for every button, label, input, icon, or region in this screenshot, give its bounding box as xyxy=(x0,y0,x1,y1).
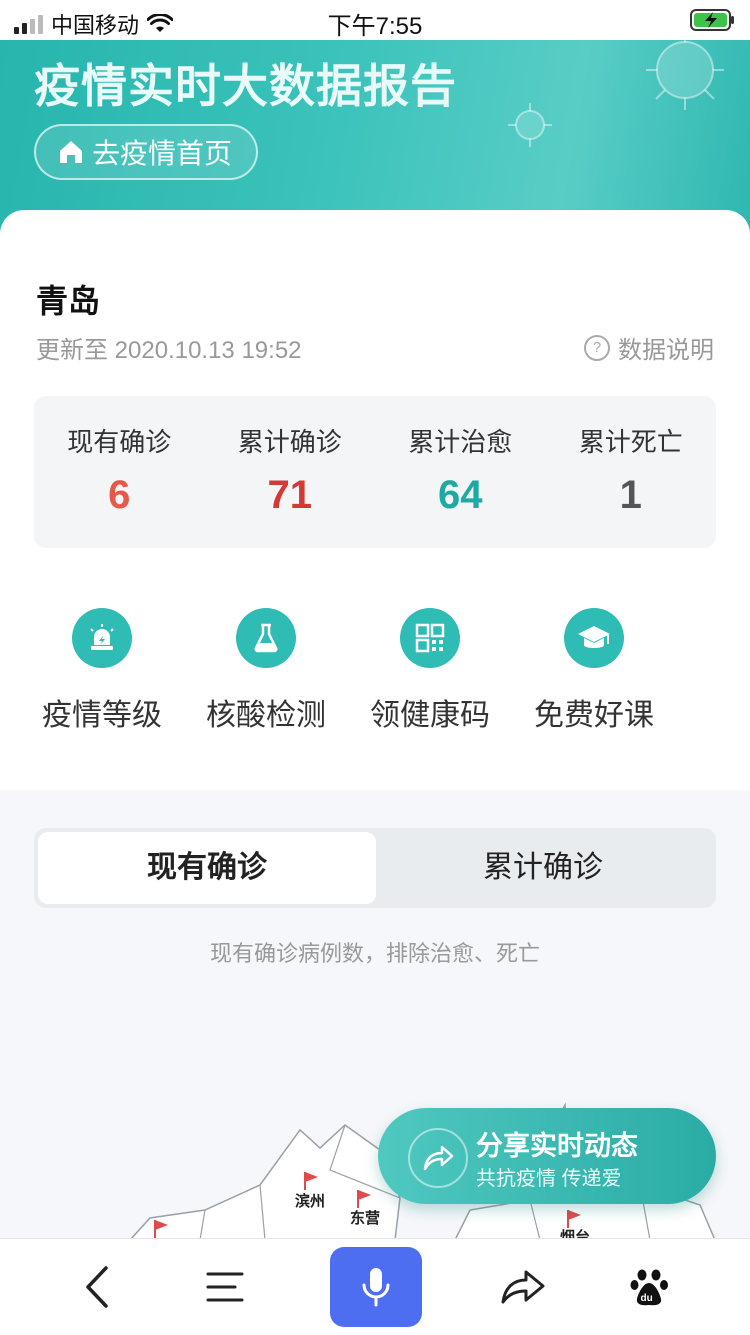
share-button[interactable] xyxy=(478,1239,568,1335)
stat-label: 现有确诊 xyxy=(67,427,172,457)
go-home-label: 去疫情首页 xyxy=(92,138,233,169)
share-arrow-icon xyxy=(408,1128,468,1188)
back-icon xyxy=(86,1266,108,1308)
back-button[interactable] xyxy=(52,1239,142,1335)
alarm-icon xyxy=(72,608,132,668)
stat-label: 累计死亡 xyxy=(578,427,683,457)
tool-shortcuts: 疫情等级 核酸检测 领健康码 免费好课 xyxy=(20,608,700,734)
question-icon: ? xyxy=(584,334,610,361)
page-title: 疫情实时大数据报告 xyxy=(34,60,457,112)
status-time: 下午7:55 xyxy=(327,13,423,40)
stat-total-confirmed: 累计确诊 71 xyxy=(205,396,376,548)
menu-icon xyxy=(206,1272,244,1302)
tool-label: 核酸检测 xyxy=(206,699,326,732)
updated-time: 更新至 2020.10.13 19:52 xyxy=(36,337,302,364)
tool-label: 疫情等级 xyxy=(42,699,162,732)
flask-icon xyxy=(236,608,296,668)
virus-decoration-icon xyxy=(508,103,552,147)
virus-decoration-icon xyxy=(646,40,724,110)
tab-total-confirmed[interactable]: 累计确诊 xyxy=(374,832,712,904)
menu-button[interactable] xyxy=(180,1239,270,1335)
share-icon xyxy=(501,1270,545,1304)
map-label-dongying: 东营 xyxy=(350,1209,380,1227)
svg-text:du: du xyxy=(641,1293,653,1304)
share-realtime-button[interactable]: 分享实时动态 共抗疫情 传递爱 xyxy=(378,1108,716,1204)
stat-current-confirmed: 现有确诊 6 xyxy=(34,396,205,548)
stat-total-deaths: 累计死亡 1 xyxy=(546,396,717,548)
tool-epidemic-level[interactable]: 疫情等级 xyxy=(20,608,184,734)
stat-total-cured: 累计治愈 64 xyxy=(375,396,546,548)
data-note-label: 数据说明 xyxy=(618,337,714,364)
status-bar: 中国移动 下午7:55 xyxy=(0,0,750,40)
battery-charging-icon xyxy=(690,9,734,31)
graduation-cap-icon xyxy=(564,608,624,668)
baidu-paw-icon: du xyxy=(630,1269,668,1306)
tool-label: 免费好课 xyxy=(534,699,654,732)
stat-value: 64 xyxy=(438,473,483,517)
tool-label: 领健康码 xyxy=(370,699,490,732)
stat-label: 累计治愈 xyxy=(408,427,513,457)
qr-code-icon xyxy=(400,608,460,668)
tab-current-confirmed[interactable]: 现有确诊 xyxy=(38,832,376,904)
voice-search-button[interactable] xyxy=(330,1247,422,1327)
tool-health-code[interactable]: 领健康码 xyxy=(348,608,512,734)
tool-free-courses[interactable]: 免费好课 xyxy=(512,608,676,734)
stat-value: 1 xyxy=(619,473,642,517)
map-label-binzhou: 滨州 xyxy=(295,1192,325,1210)
stat-value: 6 xyxy=(108,473,131,517)
share-title: 分享实时动态 xyxy=(476,1131,638,1161)
baidu-home-button[interactable]: du xyxy=(605,1239,695,1335)
stats-panel: 现有确诊 6 累计确诊 71 累计治愈 64 累计死亡 1 xyxy=(34,396,716,548)
stat-label: 累计确诊 xyxy=(237,427,342,457)
region-card: 青岛 更新至 2020.10.13 19:52 ? 数据说明 现有确诊 6 累计… xyxy=(0,210,750,790)
stat-value: 71 xyxy=(267,473,313,517)
case-type-tabs: 现有确诊 累计确诊 xyxy=(34,828,716,908)
city-name: 青岛 xyxy=(36,283,101,319)
microphone-icon xyxy=(362,1268,390,1307)
home-icon xyxy=(60,141,82,163)
share-subtitle: 共抗疫情 传递爱 xyxy=(476,1168,622,1190)
tab-description: 现有确诊病例数，排除治愈、死亡 xyxy=(209,941,540,966)
tool-nucleic-test[interactable]: 核酸检测 xyxy=(184,608,348,734)
bottom-nav: du xyxy=(0,1238,750,1335)
go-home-button[interactable]: 去疫情首页 xyxy=(34,124,259,180)
data-note-link[interactable]: ? 数据说明 xyxy=(584,330,714,365)
